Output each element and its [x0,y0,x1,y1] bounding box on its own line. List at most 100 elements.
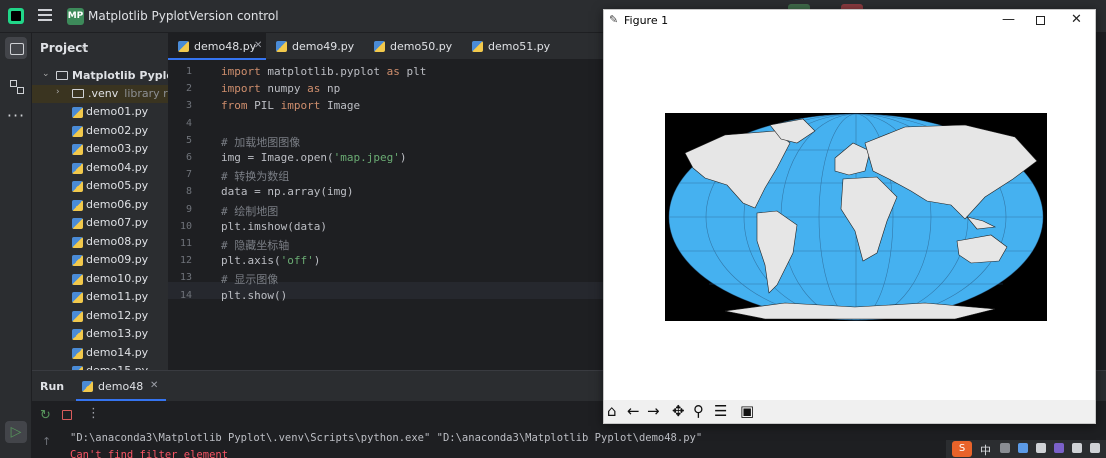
tree-item-file[interactable]: demo15.py [32,362,168,370]
code-keyword: from [221,99,248,113]
python-file-icon [72,329,83,340]
tree-item-label: demo03.py [86,142,149,155]
editor-tab[interactable]: demo51.py [462,33,560,60]
code-line[interactable]: # 显示图像 [221,271,278,287]
line-number: 2 [185,83,192,95]
chevron-down-icon[interactable]: ⌄ [80,42,88,52]
tree-item-venv[interactable]: › .venv library root [32,85,168,103]
editor-tab-label: demo51.py [488,40,551,53]
project-tool-icon[interactable] [5,37,27,59]
line-number: 11 [179,238,192,249]
tree-item-file[interactable]: demo04.py [32,159,168,177]
code-line[interactable]: plt.show() [221,289,287,302]
python-file-icon [72,162,83,174]
code-string: 'map.jpeg' [333,151,400,164]
line-number: 13 [179,272,192,284]
tree-item-file[interactable]: demo14.py [32,344,168,362]
more-tools-icon[interactable]: ··· [5,105,27,127]
tree-item-file[interactable]: demo01.py [32,103,168,121]
tree-item-label: demo08.py [86,234,149,248]
structure-tool-icon[interactable] [5,75,27,97]
code-line[interactable]: # 加载地图图像 [221,134,300,150]
editor-tab[interactable]: demo50.py [364,33,462,60]
code-line[interactable]: # 转换为数组 [221,168,289,184]
zoom-icon[interactable]: ⚲ [693,402,704,421]
minimize-icon[interactable]: — [1002,12,1015,27]
figure-canvas[interactable] [604,32,1095,400]
chevron-down-icon[interactable]: ⌄ [168,9,176,19]
folder-icon [56,71,68,80]
tree-item-file[interactable]: demo03.py [32,140,168,158]
tree-item-file[interactable]: demo11.py [32,288,168,306]
code-line[interactable]: plt.imshow(data) [221,220,327,233]
more-options-icon[interactable]: ⋮ [87,406,100,421]
code-line[interactable]: import numpy as np [221,82,340,95]
stop-icon[interactable] [62,410,72,420]
editor-tab[interactable]: demo49.py [266,33,364,60]
editor-tab-label: demo48.py [194,40,257,53]
main-menu-icon[interactable] [38,9,52,23]
home-icon[interactable]: ⌂ [607,402,617,421]
maximize-icon[interactable] [1036,16,1045,25]
run-tab-demo48[interactable]: demo48 ✕ [76,371,166,401]
code-token: img = Image.open( [221,151,334,164]
figure-toolbar: ⌂ ← → ✥ ⚲ ☰ ▣ [604,400,1095,423]
close-icon[interactable]: ✕ [1071,12,1082,27]
line-number: 3 [185,100,192,112]
editor-tab[interactable]: demo48.py ✕ [168,33,266,60]
configure-subplots-icon[interactable]: ☰ [714,402,727,421]
console-command-line: "D:\anaconda3\Matplotlib Pyplot\.venv\Sc… [70,432,703,444]
code-line[interactable]: img = Image.open('map.jpeg') [221,151,406,164]
pan-icon[interactable]: ✥ [672,402,685,421]
moon-icon[interactable] [1000,443,1010,453]
code-line[interactable]: import matplotlib.pyplot as plt [221,65,426,78]
code-comment: # 显示图像 [221,273,279,287]
code-line[interactable]: # 隐藏坐标轴 [221,237,289,253]
code-token: ) [399,151,407,164]
figure-title-bar[interactable]: ✎ Figure 1 — ✕ [604,10,1095,32]
tree-item-file[interactable]: demo10.py [32,270,168,288]
skin-icon[interactable] [1054,443,1064,453]
tree-item-file[interactable]: demo06.py [32,196,168,214]
figure-window[interactable]: ✎ Figure 1 — ✕ ⌂ ← → ✥ ⚲ ☰ ▣ [603,9,1096,424]
run-tool-icon[interactable]: ▷ [5,421,27,443]
tree-item-label: demo04.py [86,160,149,174]
code-line[interactable]: # 绘制地图 [221,203,278,219]
emoji-icon[interactable] [1036,443,1046,453]
tree-item-file[interactable]: demo07.py [32,214,168,232]
line-number: 8 [185,186,192,198]
tree-item-label: demo10.py [86,271,149,285]
rerun-icon[interactable]: ↻ [40,408,51,423]
editor-tab-label: demo50.py [390,40,453,53]
tree-item-file[interactable]: demo09.py [32,251,168,269]
chevron-down-icon[interactable]: ⌄ [261,9,269,19]
world-map-image [665,113,1047,321]
keyboard-icon[interactable] [1072,443,1082,453]
code-editor[interactable]: demo48.py ✕ demo49.py demo50.py demo51.py 12… [168,33,603,370]
save-icon[interactable]: ▣ [740,402,754,421]
forward-icon[interactable]: → [647,402,660,421]
close-icon[interactable]: ✕ [150,380,158,391]
tree-item-file[interactable]: demo12.py [32,307,168,325]
chevron-right-icon[interactable]: › [56,87,60,97]
code-line[interactable]: data = np.array(img) [221,185,353,198]
code-token: plt [406,65,427,78]
code-line[interactable]: from PIL import Image [221,99,360,112]
chevron-down-icon[interactable]: ⌄ [42,69,50,79]
tree-root[interactable]: ⌄ Matplotlib Pyplot [32,67,168,85]
tree-item-file[interactable]: demo05.py [32,177,168,195]
scroll-up-icon[interactable]: ↑ [42,435,51,448]
back-icon[interactable]: ← [627,402,640,421]
microphone-icon[interactable] [1018,443,1028,453]
ime-language-indicator[interactable]: 中 [980,442,991,458]
project-badge[interactable]: MP [67,8,84,25]
tools-icon[interactable] [1090,443,1100,453]
pycharm-logo-icon[interactable] [8,8,24,24]
tree-item-file[interactable]: demo13.py [32,325,168,343]
code-line[interactable]: plt.axis('off') [221,254,320,267]
ime-logo-icon[interactable]: S [952,441,972,457]
tree-item-file[interactable]: demo02.py [32,122,168,140]
tree-item-file[interactable]: demo08.py [32,233,168,251]
close-icon[interactable]: ✕ [254,40,262,51]
code-token: np [327,82,341,96]
